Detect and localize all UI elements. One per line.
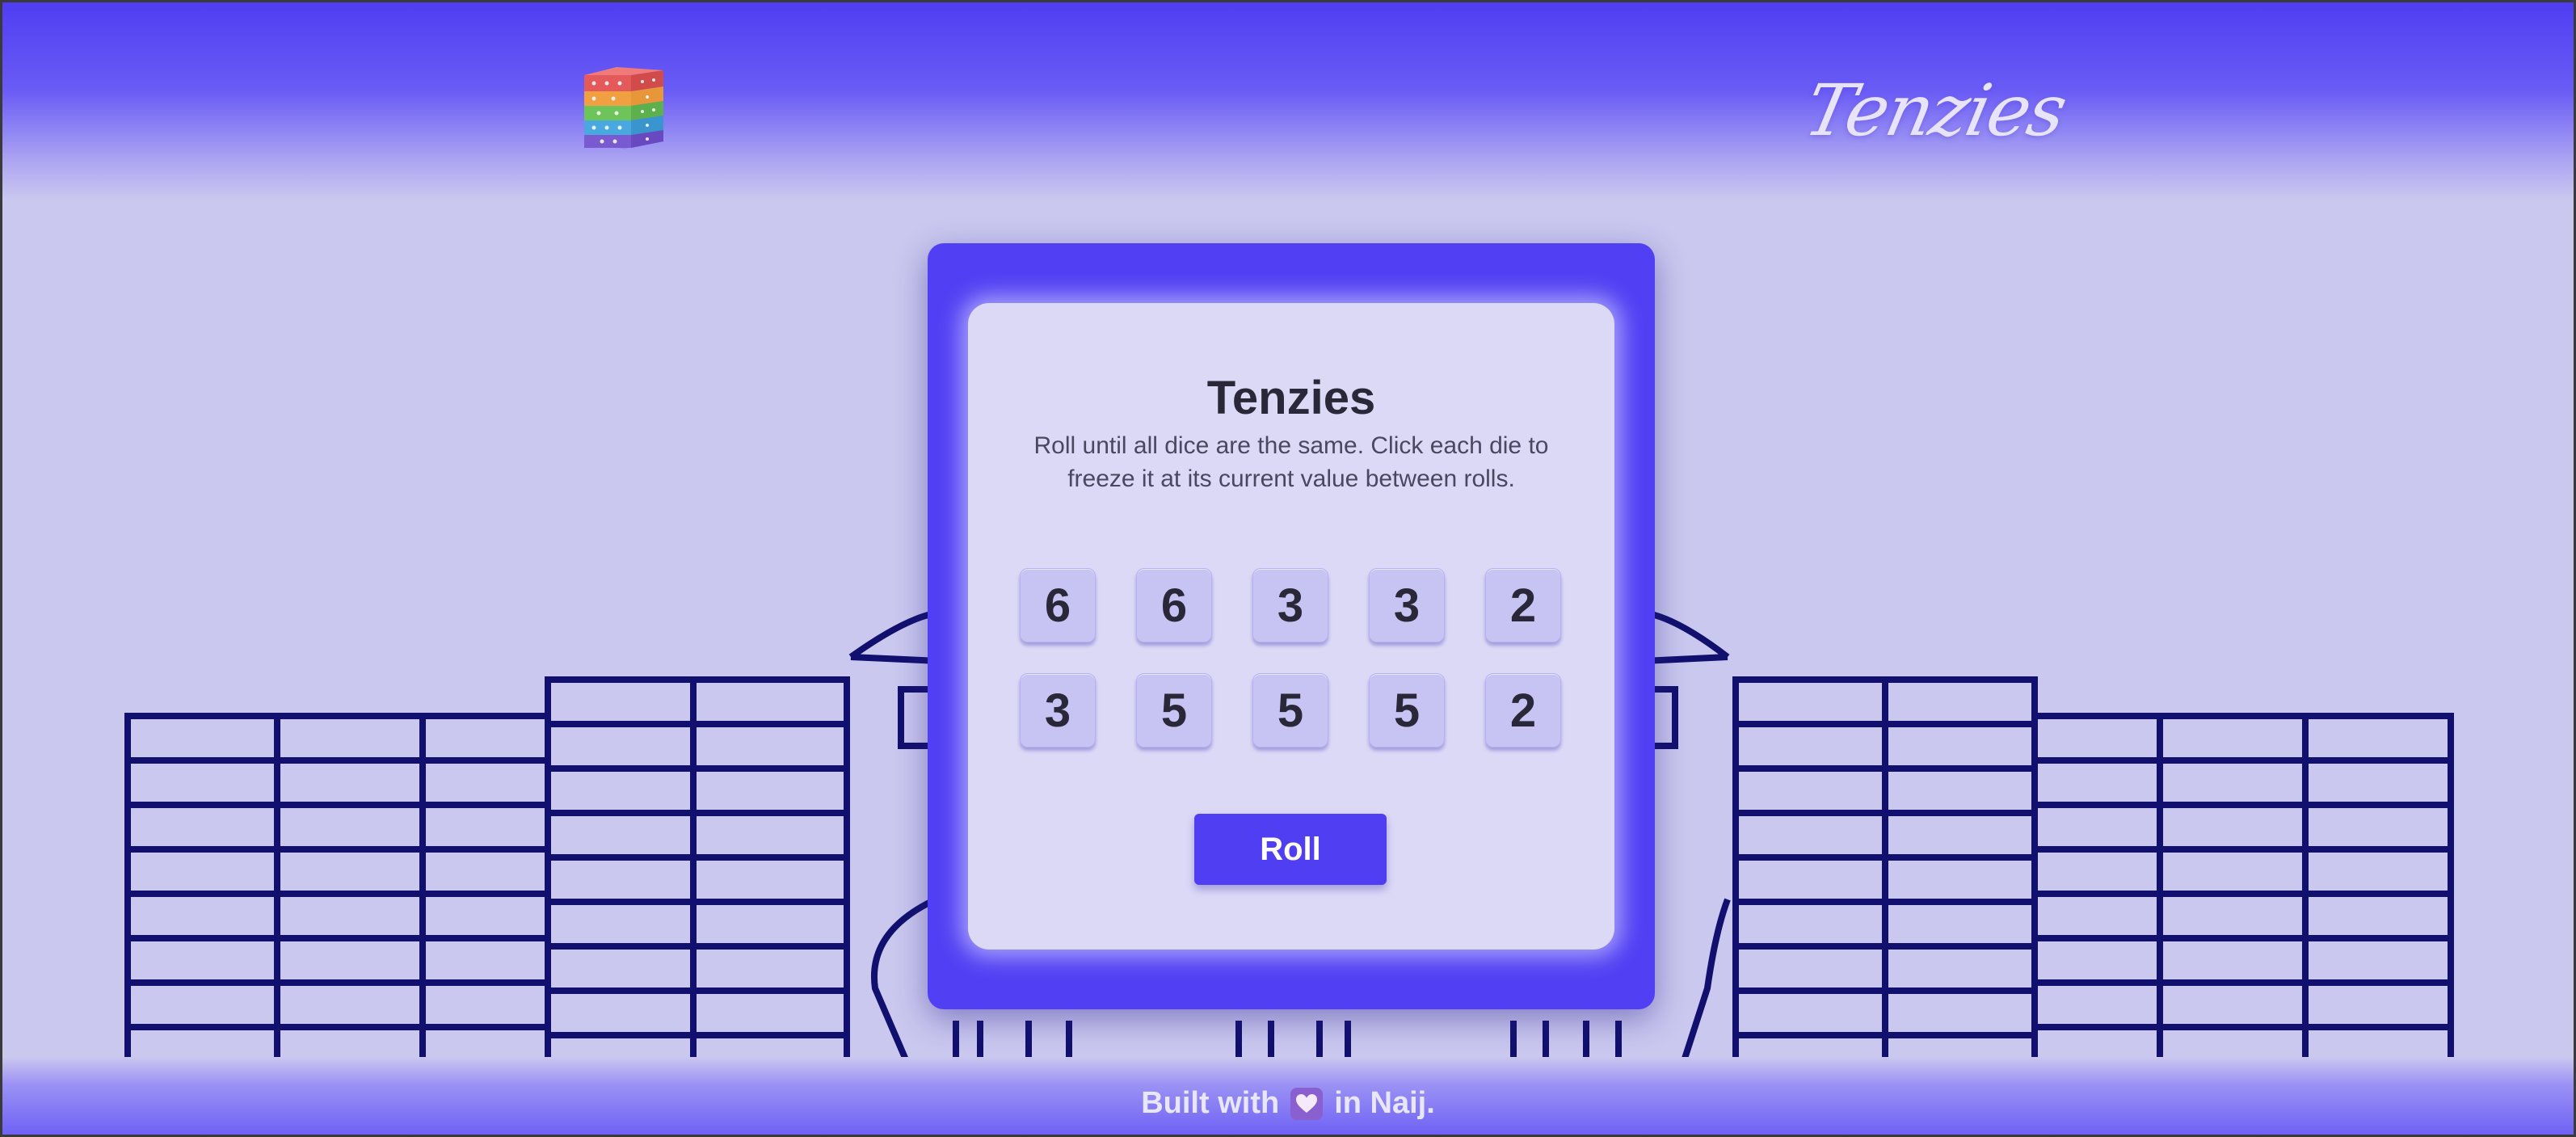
- game-card-frame: Tenzies Roll until all dice are the same…: [928, 243, 1655, 1009]
- footer-prefix: Built with: [1141, 1086, 1280, 1120]
- roll-button[interactable]: Roll: [1194, 814, 1387, 885]
- game-title: Tenzies: [1206, 372, 1376, 424]
- dice-grid: 6 6 3 3 2 3 5 5 5 2: [1020, 568, 1569, 747]
- die[interactable]: 5: [1369, 673, 1445, 747]
- die[interactable]: 2: [1485, 673, 1561, 747]
- header-bar: Tenzies: [2, 2, 2574, 200]
- die[interactable]: 3: [1020, 673, 1096, 747]
- dice-stack-icon: [584, 67, 663, 149]
- die[interactable]: 6: [1020, 568, 1096, 642]
- die[interactable]: 5: [1252, 673, 1328, 747]
- die[interactable]: 5: [1136, 673, 1212, 747]
- die[interactable]: 3: [1252, 568, 1328, 642]
- brand-wordmark: Tenzies: [1797, 69, 2073, 152]
- footer-credit: Built with in Naij.: [2, 1086, 2574, 1121]
- game-instructions: Roll until all dice are the same. Click …: [1033, 432, 1549, 492]
- die[interactable]: 3: [1369, 568, 1445, 642]
- heart-icon: [1290, 1087, 1324, 1120]
- footer-suffix: in Naij.: [1334, 1086, 1435, 1120]
- footer-bar: Built with in Naij.: [2, 1057, 2574, 1135]
- die[interactable]: 2: [1485, 568, 1561, 642]
- die[interactable]: 6: [1136, 568, 1212, 642]
- game-panel: Tenzies Roll until all dice are the same…: [968, 303, 1614, 950]
